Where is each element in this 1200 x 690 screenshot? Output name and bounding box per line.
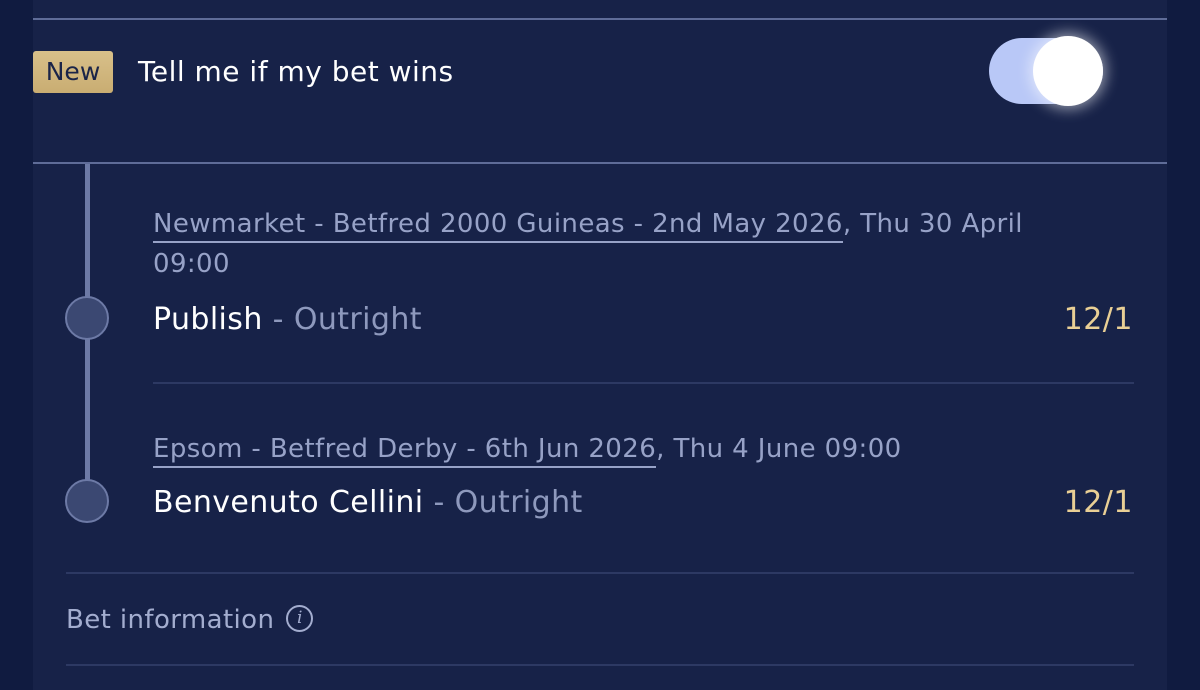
new-badge: New <box>33 51 113 93</box>
bet-information-label: Bet information <box>66 605 275 635</box>
leg-odds: 12/1 <box>1063 485 1133 520</box>
selection-market: - Outright <box>262 302 422 337</box>
toggle-knob <box>1033 36 1103 106</box>
leg-selection: Publish - Outright <box>153 302 422 337</box>
event-link[interactable]: Newmarket - Betfred 2000 Guineas - 2nd M… <box>153 209 843 243</box>
selection-name: Benvenuto Cellini <box>153 485 424 520</box>
event-datetime: , Thu 4 June 09:00 <box>656 434 902 464</box>
timeline-dot <box>65 296 109 340</box>
leg-event: Newmarket - Betfred 2000 Guineas - 2nd M… <box>153 204 1023 244</box>
timeline-dot <box>65 479 109 523</box>
event-link[interactable]: Epsom - Betfred Derby - 6th Jun 2026 <box>153 434 657 468</box>
bet-card <box>33 0 1167 690</box>
event-datetime: , Thu 30 April <box>842 209 1023 239</box>
bet-information-link[interactable]: Bet information i <box>66 600 314 640</box>
event-datetime-cont: 09:00 <box>153 249 230 279</box>
leg-selection: Benvenuto Cellini - Outright <box>153 485 583 520</box>
divider <box>33 18 1167 20</box>
divider <box>66 572 1134 574</box>
leg-odds: 12/1 <box>1063 302 1133 337</box>
divider <box>66 664 1134 666</box>
info-icon[interactable]: i <box>286 604 314 632</box>
divider <box>33 162 1167 164</box>
divider <box>153 382 1134 384</box>
selection-name: Publish <box>153 302 263 337</box>
leg-event: Epsom - Betfred Derby - 6th Jun 2026, Th… <box>153 429 902 469</box>
notify-label: Tell me if my bet wins <box>138 55 454 88</box>
selection-market: - Outright <box>423 485 583 520</box>
notify-toggle[interactable] <box>989 36 1103 106</box>
